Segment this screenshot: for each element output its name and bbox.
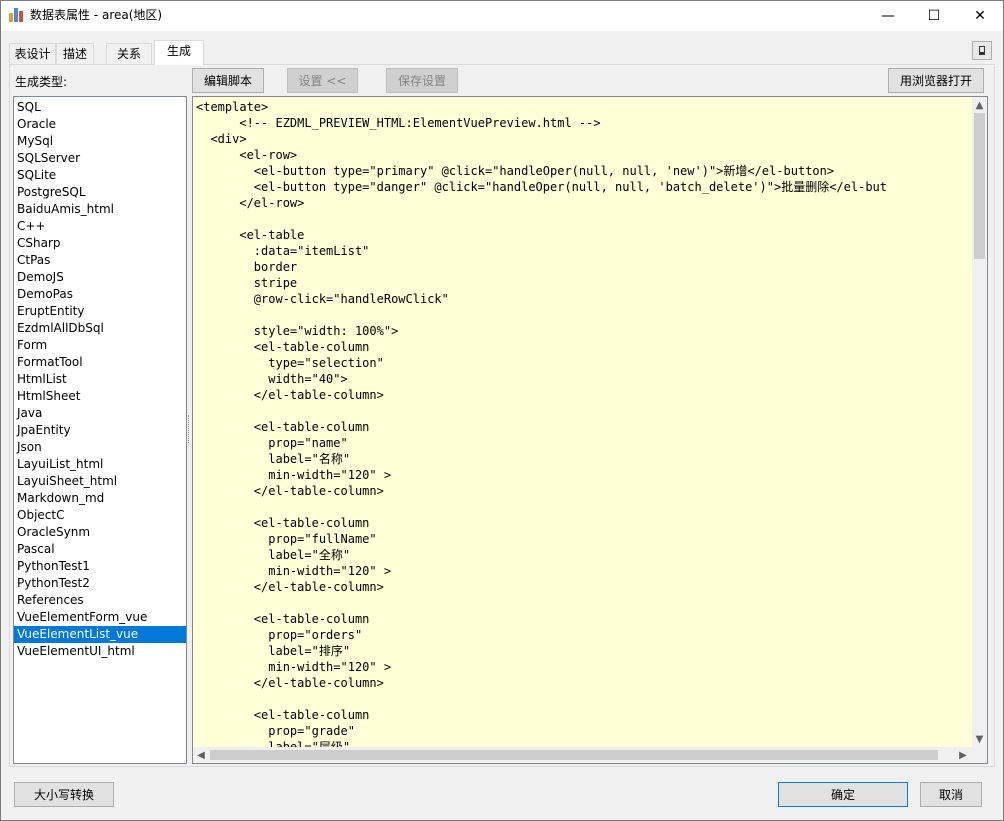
cancel-button[interactable]: 取消 <box>920 782 982 807</box>
tab-description[interactable]: 描述 <box>56 43 94 64</box>
settings-button[interactable]: 设置 << <box>287 68 358 93</box>
scroll-corner <box>972 747 987 763</box>
pin-button[interactable] <box>972 41 992 60</box>
list-item[interactable]: References <box>14 592 186 609</box>
scroll-down-icon[interactable]: ▼ <box>972 732 987 746</box>
list-item[interactable]: SQLite <box>14 167 186 184</box>
list-item[interactable]: PythonTest1 <box>14 558 186 575</box>
list-item[interactable]: DemoPas <box>14 286 186 303</box>
generate-type-label: 生成类型: <box>15 75 68 89</box>
splitter-handle[interactable] <box>188 415 191 443</box>
list-item[interactable]: OracleSynm <box>14 524 186 541</box>
list-item[interactable]: BaiduAmis_html <box>14 201 186 218</box>
open-in-browser-button[interactable]: 用浏览器打开 <box>888 68 984 93</box>
close-button[interactable]: ✕ <box>957 1 1003 30</box>
horizontal-scroll-thumb[interactable] <box>210 750 938 760</box>
edit-script-button[interactable]: 编辑脚本 <box>192 68 264 93</box>
list-item[interactable]: VueElementList_vue <box>14 626 186 643</box>
generate-type-list[interactable]: SQL Oracle MySql SQLServer SQLite PostgreSQL B… <box>13 96 187 764</box>
list-item[interactable]: Oracle <box>14 116 186 133</box>
list-item[interactable]: ObjectC <box>14 507 186 524</box>
list-item[interactable]: EzdmlAllDbSql <box>14 320 186 337</box>
case-convert-button[interactable]: 大小写转换 <box>14 782 114 807</box>
list-item[interactable]: LayuiList_html <box>14 456 186 473</box>
window-title: 数据表属性 - area(地区) <box>30 8 163 22</box>
scroll-right-icon[interactable]: ▶ <box>956 748 970 762</box>
list-item[interactable]: CSharp <box>14 235 186 252</box>
list-item[interactable]: Json <box>14 439 186 456</box>
list-item[interactable]: HtmlList <box>14 371 186 388</box>
minimize-button[interactable]: — <box>865 1 911 30</box>
list-item[interactable]: PostgreSQL <box>14 184 186 201</box>
list-item[interactable]: Form <box>14 337 186 354</box>
tab-table-design[interactable]: 表设计 <box>9 43 56 64</box>
tab-generate[interactable]: 生成 <box>154 40 204 65</box>
list-item[interactable]: FormatTool <box>14 354 186 371</box>
minimize-icon: — <box>881 7 895 24</box>
list-item[interactable]: MySql <box>14 133 186 150</box>
list-item[interactable]: VueElementUI_html <box>14 643 186 660</box>
maximize-icon: ☐ <box>927 7 941 24</box>
save-settings-button[interactable]: 保存设置 <box>386 68 458 93</box>
list-item[interactable]: LayuiSheet_html <box>14 473 186 490</box>
list-item[interactable]: SQLServer <box>14 150 186 167</box>
tab-relations[interactable]: 关系 <box>106 43 152 64</box>
list-item[interactable]: JpaEntity <box>14 422 186 439</box>
vertical-scroll-thumb[interactable] <box>974 113 985 259</box>
list-item[interactable]: PythonTest2 <box>14 575 186 592</box>
list-item[interactable]: CtPas <box>14 252 186 269</box>
list-item[interactable]: DemoJS <box>14 269 186 286</box>
list-item[interactable]: SQL <box>14 99 186 116</box>
app-icon <box>9 8 25 22</box>
code-editor[interactable]: <template> <!-- EZDML_PREVIEW_HTML:Eleme… <box>193 97 972 747</box>
list-item[interactable]: VueElementForm_vue <box>14 609 186 626</box>
close-icon: ✕ <box>974 7 986 24</box>
list-item[interactable]: Java <box>14 405 186 422</box>
list-item[interactable]: HtmlSheet <box>14 388 186 405</box>
scroll-left-icon[interactable]: ◀ <box>194 748 208 762</box>
list-item[interactable]: EruptEntity <box>14 303 186 320</box>
type-list-items: SQL Oracle MySql SQLServer SQLite PostgreSQL B… <box>14 97 186 660</box>
list-item[interactable]: Markdown_md <box>14 490 186 507</box>
list-item[interactable]: C++ <box>14 218 186 235</box>
code-text: <template> <!-- EZDML_PREVIEW_HTML:Eleme… <box>196 100 887 747</box>
maximize-button[interactable]: ☐ <box>911 1 957 30</box>
ok-button[interactable]: 确定 <box>778 782 908 807</box>
pin-icon <box>979 46 985 55</box>
list-item[interactable]: Pascal <box>14 541 186 558</box>
scroll-up-icon[interactable]: ▲ <box>972 98 987 112</box>
